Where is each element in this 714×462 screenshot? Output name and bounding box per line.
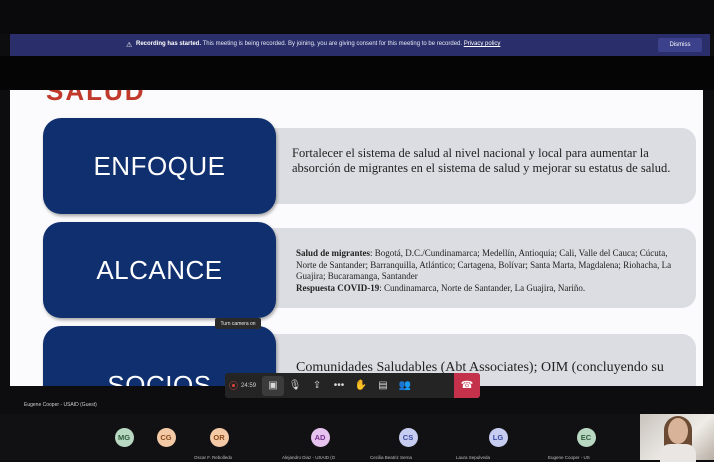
participants-strip: MG CG OR Oscar F. Rebolledo AD Alejandro…	[0, 414, 714, 460]
avatar: LG	[488, 428, 508, 447]
video-body	[660, 444, 696, 462]
participant-tile[interactable]: AD Alejandro Diaz - USAID (G	[282, 414, 362, 460]
share-icon[interactable]: ⇪	[306, 376, 328, 396]
text-enfoque: Fortalecer el sistema de salud al nivel …	[292, 146, 671, 175]
text-alcance: Salud de migrantes: Bogotá, D.C./Cundina…	[296, 248, 686, 294]
participant-tile[interactable]: LG Laura Sepulveda	[456, 414, 536, 460]
recording-notice-text: Recording has started. This meeting is b…	[136, 41, 500, 47]
mic-off-icon[interactable]: 🎙	[284, 376, 306, 396]
avatar: MG	[114, 428, 134, 447]
meeting-timer: 24:59	[241, 382, 257, 389]
warning-icon: ⚠	[126, 42, 133, 49]
meeting-controls-bar: ⦿ 24:59 ▣ 🎙 ⇪ ••• ✋ ▤ 👥 ☎	[225, 373, 480, 398]
participant-tile[interactable]: MG	[112, 414, 136, 460]
slide-title-fragment: SALUD	[46, 90, 146, 106]
recording-notice-bold: Recording has started.	[136, 41, 202, 47]
alcance-bold-1: Salud de migrantes	[296, 248, 371, 258]
top-black-bar	[0, 0, 714, 34]
recording-notice-body: This meeting is being recorded. By joini…	[201, 41, 464, 47]
dismiss-button[interactable]: Dismiss	[658, 38, 702, 52]
participant-video[interactable]: USAID	[640, 414, 714, 462]
chat-icon[interactable]: ▤	[372, 376, 394, 396]
alcance-bold-2: Respuesta COVID-19	[296, 282, 380, 293]
more-icon[interactable]: •••	[328, 376, 350, 396]
camera-tooltip: Turn camera on	[215, 318, 261, 329]
participant-tile[interactable]: CS Cecilia Beatriz Serna	[370, 414, 450, 460]
avatar: OR	[209, 428, 229, 447]
black-band	[0, 56, 714, 90]
participant-name: Laura Sepulveda	[456, 455, 491, 460]
avatar: CS	[398, 428, 418, 447]
label-alcance: ALCANCE	[43, 222, 276, 318]
shared-slide: SALUD ENFOQUE Fortalecer el sistema de s…	[10, 90, 703, 386]
record-icon: ⦿	[229, 381, 239, 391]
participant-name: Cecilia Beatriz Serna	[370, 455, 413, 460]
recording-notice-banner: ⚠ Recording has started. This meeting is…	[10, 34, 710, 56]
video-face	[668, 418, 688, 444]
participant-tile[interactable]: CG	[154, 414, 178, 460]
avatar: CG	[156, 428, 176, 447]
camera-icon[interactable]: ▣	[262, 375, 285, 396]
participants-icon[interactable]: 👥	[394, 376, 416, 396]
avatar: AD	[310, 428, 330, 447]
participant-name: Eugene Cooper - US	[548, 455, 590, 460]
privacy-policy-link[interactable]: Privacy policy	[464, 41, 501, 47]
avatar: EC	[576, 428, 596, 447]
self-name-label: Eugene Cooper - USAID (Guest)	[24, 402, 97, 408]
raise-hand-icon[interactable]: ✋	[350, 376, 372, 396]
hangup-icon[interactable]: ☎	[454, 373, 480, 398]
label-enfoque: ENFOQUE	[43, 118, 276, 214]
alcance-text-2: : Cundinamarca, Norte de Santander, La G…	[379, 282, 586, 293]
participant-name: Oscar F. Rebolledo	[194, 455, 233, 460]
participant-tile[interactable]: OR Oscar F. Rebolledo	[194, 414, 274, 460]
participant-name: Alejandro Diaz - USAID (G	[282, 455, 336, 460]
participant-tile[interactable]: EC Eugene Cooper - US	[548, 414, 628, 460]
